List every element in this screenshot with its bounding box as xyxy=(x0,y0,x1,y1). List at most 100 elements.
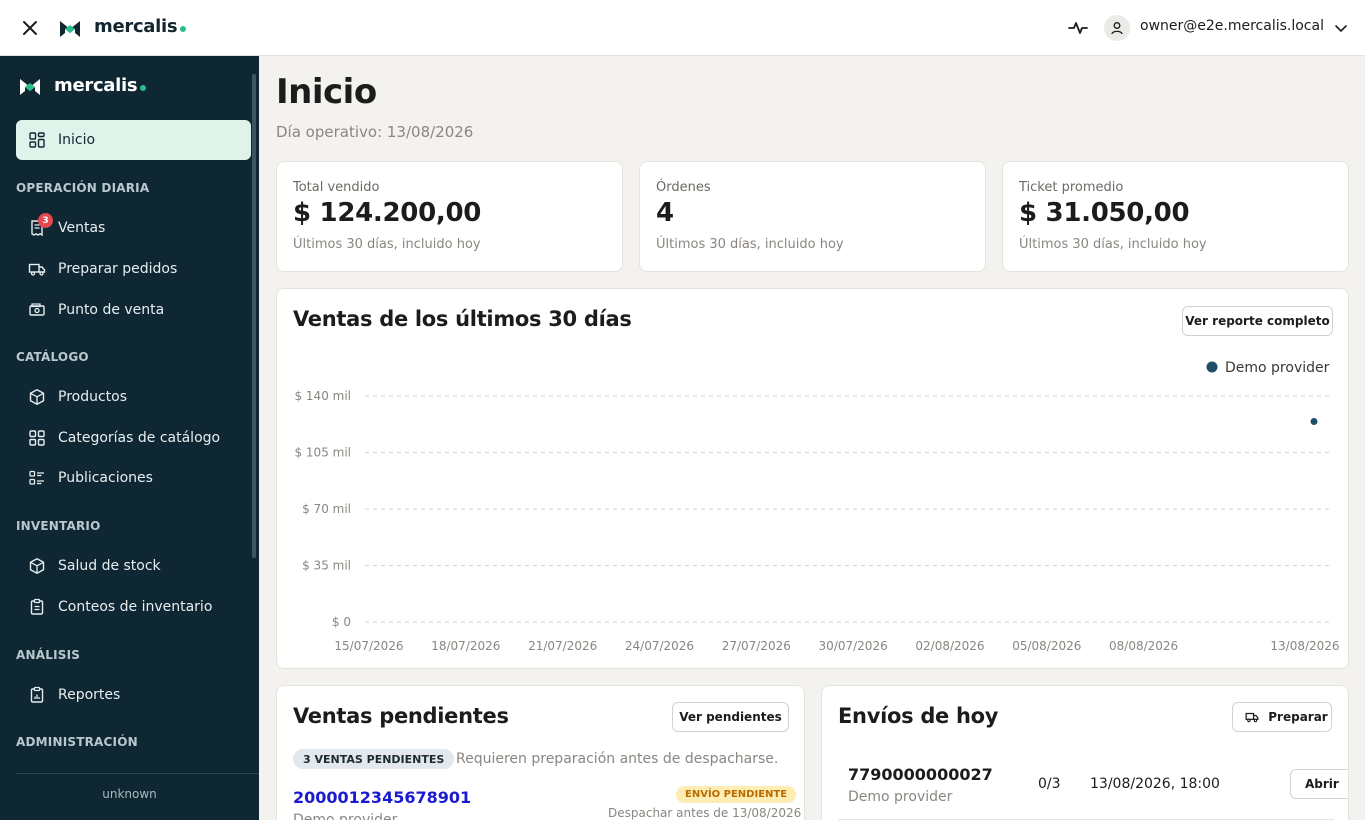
page-subtitle: Día operativo: 13/08/2026 xyxy=(276,123,474,141)
sidebar-item-label: Productos xyxy=(58,389,128,405)
kpi-label: Órdenes xyxy=(656,180,711,195)
clipboard-icon xyxy=(30,598,44,615)
kpi-value: $ 31.050,00 xyxy=(1019,198,1190,228)
sidebar-divider xyxy=(16,773,259,774)
x-tick-label: 30/07/2026 xyxy=(819,639,888,653)
sidebar-item-punto-de-venta[interactable]: Punto de venta xyxy=(16,290,251,330)
section-analisis: ANÁLISIS xyxy=(16,648,81,662)
truck-icon xyxy=(1245,712,1259,723)
sidebar-item-label: Preparar pedidos xyxy=(58,261,178,277)
pending-note: Requieren preparación antes de despachar… xyxy=(456,751,779,767)
shipment-progress: 0/3 xyxy=(1038,776,1061,792)
kpi-footnote: Últimos 30 días, incluido hoy xyxy=(293,237,481,252)
view-pending-button[interactable]: Ver pendientes xyxy=(672,702,789,732)
page-title: Inicio xyxy=(276,72,377,112)
grid-icon xyxy=(29,430,45,446)
section-catalogo: CATÁLOGO xyxy=(16,350,89,364)
x-tick-label: 15/07/2026 xyxy=(334,639,403,653)
data-point xyxy=(1310,418,1318,426)
y-tick-label: $ 0 xyxy=(332,615,351,629)
kpi-footnote: Últimos 30 días, incluido hoy xyxy=(656,237,844,252)
order-provider: Demo provider xyxy=(293,812,398,820)
kpi-label: Total vendido xyxy=(293,180,380,195)
order-id-link[interactable]: 2000012345678901 xyxy=(293,788,471,807)
activity-icon[interactable] xyxy=(1067,17,1089,39)
legend-marker xyxy=(1206,361,1218,373)
kpi-value: $ 124.200,00 xyxy=(293,198,482,228)
y-tick-label: $ 105 mil xyxy=(294,446,351,460)
brand-name: mercalis xyxy=(94,16,187,37)
user-avatar-icon[interactable] xyxy=(1104,15,1130,41)
sales-chart-card: Ventas de los últimos 30 días Ver report… xyxy=(276,288,1349,669)
sidebar-item-reportes[interactable]: Reportes xyxy=(16,675,251,715)
prepare-button[interactable]: Preparar xyxy=(1232,702,1332,732)
notification-badge: 3 xyxy=(38,213,53,228)
section-operacion-diaria: OPERACIÓN DIARIA xyxy=(16,181,150,195)
mercalis-logo-icon xyxy=(60,21,80,37)
sidebar-item-preparar-pedidos[interactable]: Preparar pedidos xyxy=(16,249,251,289)
kpi-card-ordenes: Órdenes 4 Últimos 30 días, incluido hoy xyxy=(639,161,986,272)
sidebar-item-publicaciones[interactable]: Publicaciones xyxy=(16,458,251,498)
truck-icon xyxy=(28,263,46,276)
sidebar: mercalis Inicio OPERACIÓN DIARIA 3 Venta… xyxy=(0,56,259,820)
kpi-card-total-vendido: Total vendido $ 124.200,00 Últimos 30 dí… xyxy=(276,161,623,272)
shipping-status-badge: ENVÍO PENDIENTE xyxy=(676,786,797,803)
kpi-label: Ticket promedio xyxy=(1019,180,1124,195)
sidebar-scrollbar[interactable] xyxy=(252,74,256,558)
shipment-code: 7790000000027 xyxy=(848,765,993,784)
x-tick-label: 24/07/2026 xyxy=(625,639,694,653)
clipboard-report-icon xyxy=(30,686,44,703)
open-shipment-button[interactable]: Abrir xyxy=(1290,769,1348,799)
y-tick-label: $ 35 mil xyxy=(302,559,351,573)
x-tick-label: 21/07/2026 xyxy=(528,639,597,653)
shipment-datetime: 13/08/2026, 18:00 xyxy=(1090,776,1220,792)
sidebar-item-label: Categorías de catálogo xyxy=(58,430,221,446)
sidebar-brand: mercalis xyxy=(54,75,147,96)
list-icon xyxy=(29,470,44,485)
shipments-title: Envíos de hoy xyxy=(838,704,999,728)
sidebar-item-conteos[interactable]: Conteos de inventario xyxy=(16,587,251,627)
section-inventario: INVENTARIO xyxy=(16,519,101,533)
x-tick-label: 18/07/2026 xyxy=(431,639,500,653)
x-tick-label: 02/08/2026 xyxy=(915,639,984,653)
sidebar-item-label: Salud de stock xyxy=(58,558,161,574)
section-administracion: ADMINISTRACIÓN xyxy=(16,735,138,749)
y-tick-label: $ 70 mil xyxy=(302,502,351,516)
sidebar-item-ventas[interactable]: 3 Ventas xyxy=(16,208,251,248)
sidebar-item-salud-de-stock[interactable]: Salud de stock xyxy=(16,546,251,586)
x-tick-label: 05/08/2026 xyxy=(1012,639,1081,653)
dispatch-deadline: Despachar antes de 13/08/2026 xyxy=(608,806,802,820)
sidebar-item-label: Punto de venta xyxy=(58,302,165,318)
sidebar-item-label: Conteos de inventario xyxy=(58,599,213,615)
kpi-value: 4 xyxy=(656,198,674,228)
sidebar-item-categorias[interactable]: Categorías de catálogo xyxy=(16,418,251,458)
dashboard-icon xyxy=(29,132,45,148)
receipt-icon: 3 xyxy=(28,213,53,237)
sidebar-item-label: Publicaciones xyxy=(58,470,153,486)
pending-count-pill: 3 VENTAS PENDIENTES xyxy=(293,749,455,769)
sidebar-item-label: Inicio xyxy=(58,132,96,148)
box-icon xyxy=(29,389,45,405)
sidebar-item-label: Reportes xyxy=(58,687,121,703)
cash-register-icon xyxy=(29,303,45,316)
x-tick-label: 27/07/2026 xyxy=(722,639,791,653)
shipment-provider: Demo provider xyxy=(848,789,953,805)
mercalis-logo-icon xyxy=(20,79,40,95)
sidebar-item-label: Ventas xyxy=(58,220,106,236)
sales-chart: $ 0 $ 35 mil $ 70 mil $ 105 mil $ 140 mil 15/… xyxy=(294,360,1339,653)
sidebar-item-productos[interactable]: Productos xyxy=(16,377,251,417)
sidebar-item-inicio[interactable]: Inicio xyxy=(16,120,251,160)
user-email[interactable]: owner@e2e.mercalis.local xyxy=(1140,18,1324,34)
chevron-down-icon[interactable] xyxy=(1333,20,1349,36)
legend-label: Demo provider xyxy=(1225,360,1330,376)
kpi-card-ticket-promedio: Ticket promedio $ 31.050,00 Últimos 30 d… xyxy=(1002,161,1349,272)
pending-title: Ventas pendientes xyxy=(293,704,509,728)
close-icon[interactable] xyxy=(18,16,42,40)
x-tick-label: 08/08/2026 xyxy=(1109,639,1178,653)
box-icon xyxy=(29,558,45,574)
shipments-today-card: Envíos de hoy Preparar 7790000000027 Dem… xyxy=(821,685,1349,820)
x-tick-label: 13/08/2026 xyxy=(1270,639,1339,653)
pending-sales-card: Ventas pendientes Ver pendientes 3 VENTA… xyxy=(276,685,805,820)
kpi-footnote: Últimos 30 días, incluido hoy xyxy=(1019,237,1207,252)
top-bar: mercalis owner@e2e.mercalis.local xyxy=(0,0,1365,56)
